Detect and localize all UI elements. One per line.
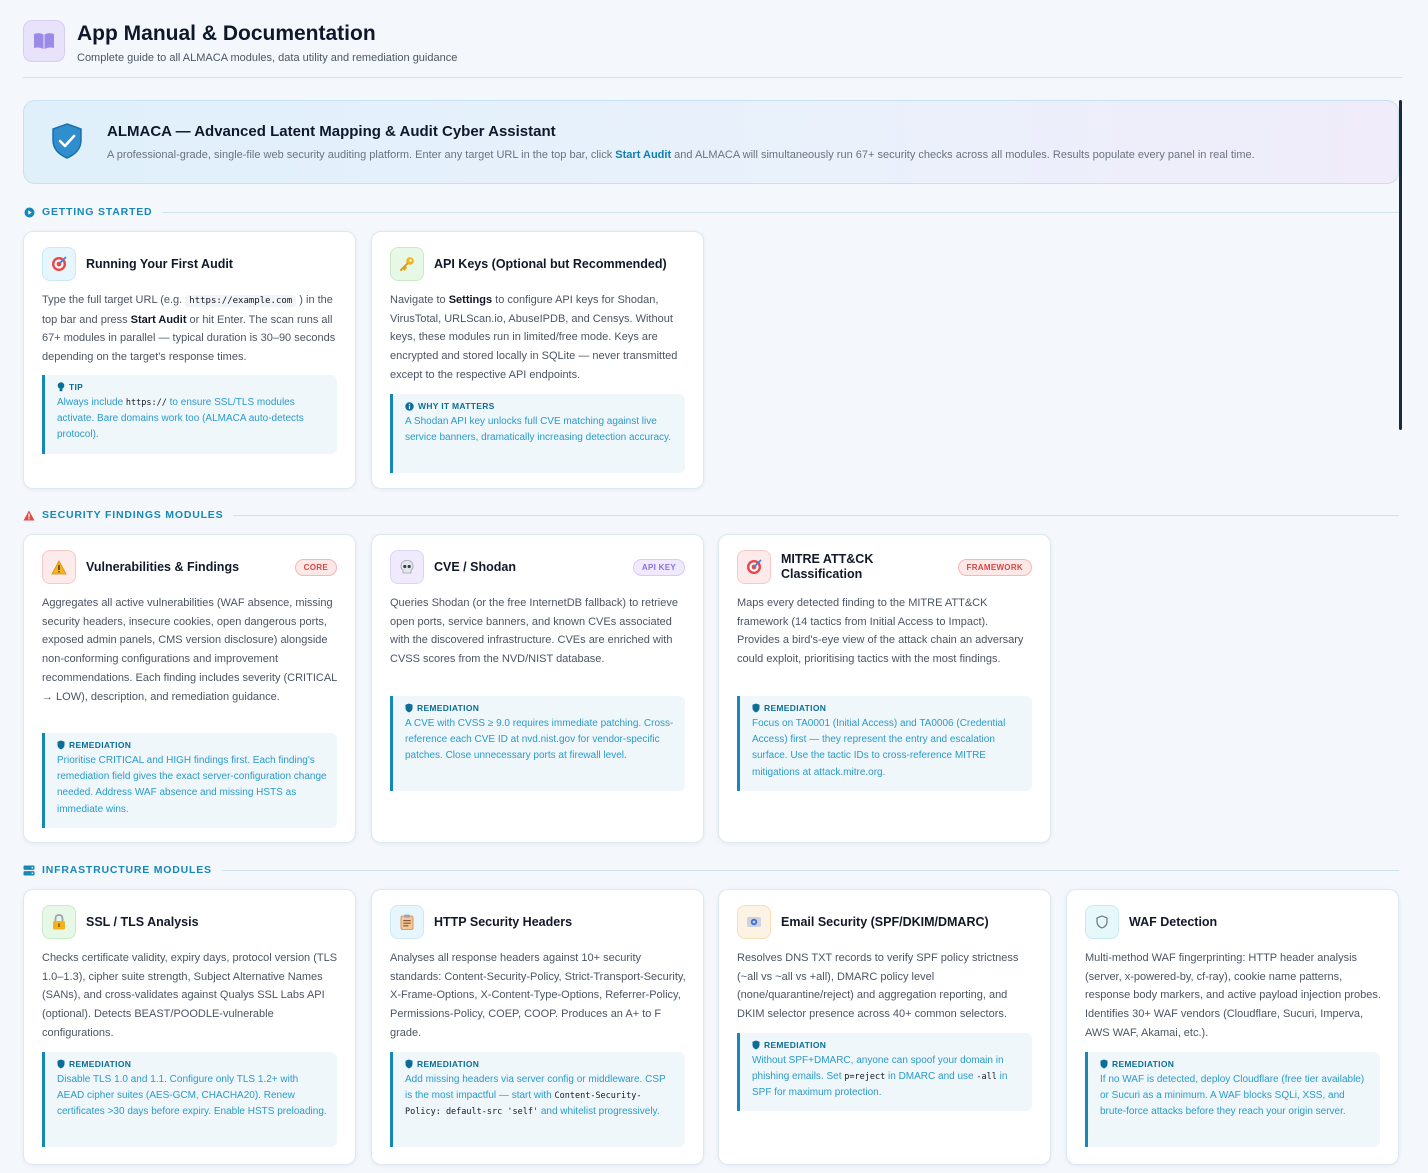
card-description: Multi-method WAF fingerprinting: HTTP he… xyxy=(1085,952,1381,1039)
shield-label: REMEDIATION xyxy=(1112,1059,1175,1069)
remediation-callout: REMEDIATION Without SPF+DMARC, anyone ca… xyxy=(737,1033,1032,1111)
book-icon xyxy=(23,20,65,62)
card-description: Maps every detected finding to the MITRE… xyxy=(737,597,1024,666)
scrollbar[interactable] xyxy=(1399,100,1402,430)
card-waf-detection: WAF Detection Multi-method WAF fingerpri… xyxy=(1066,889,1399,1165)
card-description: Aggregates all active vulnerabilities (W… xyxy=(42,597,337,703)
tip-text: Always include https:// to ensure SSL/TL… xyxy=(57,397,304,441)
section-security-findings: SECURITY FINDINGS MODULES xyxy=(23,508,1399,522)
callout-text: A Shodan API key unlocks full CVE matchi… xyxy=(405,416,672,444)
remediation-callout: REMEDIATION Disable TLS 1.0 and 1.1. Con… xyxy=(42,1052,337,1147)
card-description: Checks certificate validity, expiry days… xyxy=(42,952,338,1039)
remediation-callout: REMEDIATION Prioritise CRITICAL and HIGH… xyxy=(42,733,337,828)
card-title: CVE / Shodan xyxy=(434,559,516,574)
callout-text: Prioritise CRITICAL and HIGH findings fi… xyxy=(57,755,327,815)
card-title: API Keys (Optional but Recommended) xyxy=(434,256,667,271)
remediation-callout: REMEDIATION Add missing headers via serv… xyxy=(390,1052,685,1147)
page-subtitle: Complete guide to all ALMACA modules, da… xyxy=(77,52,458,64)
callout-text: Focus on TA0001 (Initial Access) and TA0… xyxy=(752,718,1006,778)
shield-label: REMEDIATION xyxy=(764,703,827,713)
target-icon xyxy=(42,247,76,281)
warning-icon xyxy=(23,509,35,521)
shield-label: REMEDIATION xyxy=(69,1059,132,1069)
remediation-callout: REMEDIATION If no WAF is detected, deplo… xyxy=(1085,1052,1380,1147)
lock-icon xyxy=(42,905,76,939)
shield-label: REMEDIATION xyxy=(764,1040,827,1050)
email-icon xyxy=(737,905,771,939)
intro-banner: ALMACA — Advanced Latent Mapping & Audit… xyxy=(23,100,1399,184)
header-divider xyxy=(23,77,1403,78)
tip-callout: TIP Always include https:// to ensure SS… xyxy=(42,375,337,454)
card-description: Analyses all response headers against 10… xyxy=(390,952,686,1039)
card-title: MITRE ATT&CK Classification xyxy=(781,552,874,581)
card-ssl-tls: SSL / TLS Analysis Checks certificate va… xyxy=(23,889,356,1165)
callout-text: Add missing headers via server config or… xyxy=(405,1074,666,1118)
card-http-headers: HTTP Security Headers Analyses all respo… xyxy=(371,889,704,1165)
key-icon xyxy=(390,247,424,281)
card-cve-shodan: CVE / Shodan API KEY Queries Shodan (or … xyxy=(371,534,704,843)
remediation-callout: REMEDIATION A CVE with CVSS ≥ 9.0 requir… xyxy=(390,696,685,791)
skull-icon xyxy=(390,550,424,584)
shield-icon xyxy=(1085,905,1119,939)
clipboard-icon xyxy=(390,905,424,939)
card-mitre-attack: MITRE ATT&CK Classification FRAMEWORK Ma… xyxy=(718,534,1051,843)
section-title: GETTING STARTED xyxy=(42,206,153,218)
api-key-badge: API KEY xyxy=(632,558,685,576)
card-api-keys: API Keys (Optional but Recommended) Navi… xyxy=(371,231,704,489)
section-title: INFRASTRUCTURE MODULES xyxy=(42,864,212,876)
card-description: Resolves DNS TXT records to verify SPF p… xyxy=(737,952,1019,1021)
target-icon xyxy=(737,550,771,584)
why-callout: WHY IT MATTERS A Shodan API key unlocks … xyxy=(390,394,685,473)
callout-text: If no WAF is detected, deploy Cloudflare… xyxy=(1100,1074,1365,1118)
shield-label: REMEDIATION xyxy=(69,740,132,750)
card-title: Vulnerabilities & Findings xyxy=(86,559,240,574)
page-title: App Manual & Documentation xyxy=(77,22,376,45)
lightbulb-label: TIP xyxy=(69,382,84,392)
banner-description: A professional-grade, single-file web se… xyxy=(107,149,1255,161)
callout-text: A CVE with CVSS ≥ 9.0 requires immediate… xyxy=(405,718,674,762)
card-email-security: Email Security (SPF/DKIM/DMARC) Resolves… xyxy=(718,889,1051,1165)
play-circle-icon xyxy=(23,206,35,218)
framework-badge: FRAMEWORK xyxy=(957,558,1032,576)
card-vulnerabilities: Vulnerabilities & Findings CORE Aggregat… xyxy=(23,534,356,843)
server-icon xyxy=(23,864,35,876)
card-title: Running Your First Audit xyxy=(86,256,233,271)
callout-text: Without SPF+DMARC, anyone can spoof your… xyxy=(752,1055,1008,1099)
shield-icon xyxy=(51,123,83,164)
section-infrastructure: INFRASTRUCTURE MODULES xyxy=(23,863,1399,877)
card-title: WAF Detection xyxy=(1129,914,1218,929)
card-title: Email Security (SPF/DKIM/DMARC) xyxy=(781,914,989,929)
card-first-audit: Running Your First Audit Type the full t… xyxy=(23,231,356,489)
info-label: WHY IT MATTERS xyxy=(418,401,495,411)
card-title: HTTP Security Headers xyxy=(434,914,573,929)
card-description: Navigate to Settings to configure API ke… xyxy=(390,294,678,381)
shield-label: REMEDIATION xyxy=(417,703,480,713)
page-header: App Manual & Documentation Complete guid… xyxy=(23,20,457,64)
shield-label: REMEDIATION xyxy=(417,1059,480,1069)
card-description: Queries Shodan (or the free InternetDB f… xyxy=(390,597,678,666)
section-getting-started: GETTING STARTED xyxy=(23,205,1399,219)
callout-text: Disable TLS 1.0 and 1.1. Configure only … xyxy=(57,1074,327,1118)
card-description: Type the full target URL (e.g. https://e… xyxy=(42,294,336,364)
card-title: SSL / TLS Analysis xyxy=(86,914,199,929)
manual-page: App Manual & Documentation Complete guid… xyxy=(0,0,1428,1173)
alert-triangle-icon xyxy=(42,550,76,584)
section-title: SECURITY FINDINGS MODULES xyxy=(42,509,224,521)
start-audit-reference: Start Audit xyxy=(615,149,672,161)
remediation-callout: REMEDIATION Focus on TA0001 (Initial Acc… xyxy=(737,696,1032,791)
core-badge: CORE xyxy=(294,558,337,576)
banner-title: ALMACA — Advanced Latent Mapping & Audit… xyxy=(107,123,556,140)
